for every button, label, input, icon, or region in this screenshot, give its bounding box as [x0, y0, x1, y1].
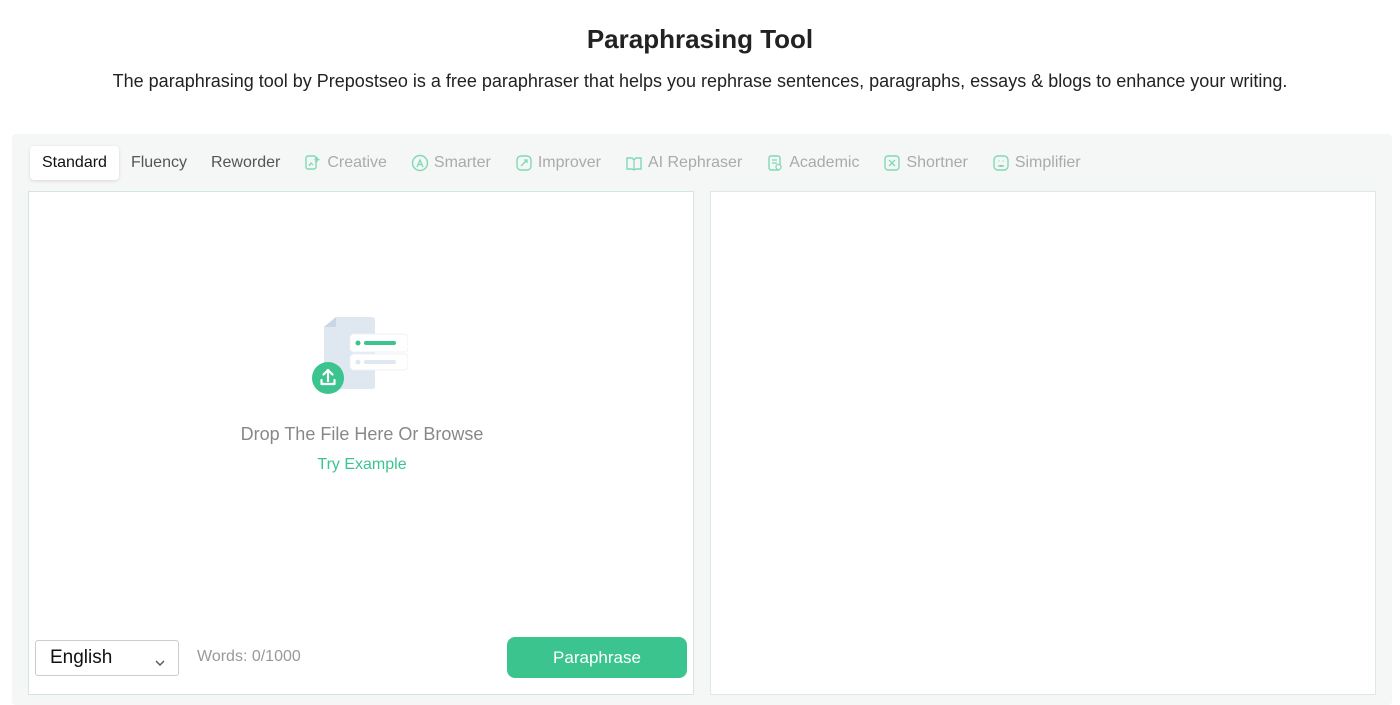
tab-label: AI Rephraser	[647, 154, 743, 171]
tab-label: Reworder	[210, 154, 281, 171]
tab-fluency[interactable]: Fluency	[119, 146, 199, 180]
tab-label: Simplifier	[1014, 154, 1081, 171]
chevron-down-icon	[154, 653, 166, 675]
tab-academic[interactable]: Academic	[754, 146, 871, 180]
tab-ai-rephraser[interactable]: AI Rephraser	[613, 146, 754, 180]
language-select[interactable]: English	[35, 640, 179, 676]
shortner-icon	[883, 154, 901, 172]
tab-smarter[interactable]: Smarter	[399, 146, 503, 180]
try-example-link[interactable]: Try Example	[29, 456, 695, 474]
tab-reworder[interactable]: Reworder	[199, 146, 292, 180]
tab-label: Shortner	[906, 154, 968, 171]
output-editor[interactable]	[710, 191, 1376, 695]
tab-label: Smarter	[433, 154, 491, 171]
tab-label: Standard	[42, 154, 107, 171]
language-value: English	[50, 647, 113, 668]
smarter-icon	[411, 154, 429, 172]
tab-label: Fluency	[130, 154, 187, 171]
tab-simplifier[interactable]: Simplifier	[980, 146, 1093, 180]
improver-icon	[515, 154, 533, 172]
mode-tabs: Standard Fluency Reworder Creative Smart…	[30, 146, 1093, 180]
file-upload-icon[interactable]	[308, 317, 409, 397]
tab-improver[interactable]: Improver	[503, 146, 613, 180]
page-subtitle: The paraphrasing tool by Prepostseo is a…	[112, 71, 1288, 91]
page-title: Paraphrasing Tool	[586, 24, 814, 54]
simplifier-icon	[992, 154, 1010, 172]
tab-standard[interactable]: Standard	[30, 146, 119, 180]
tab-creative[interactable]: Creative	[292, 146, 399, 180]
paraphrase-button[interactable]: Paraphrase	[507, 637, 687, 678]
ai-rephraser-icon	[625, 154, 643, 172]
word-count: Words: 0/1000	[197, 648, 301, 665]
drop-file-text[interactable]: Drop The File Here Or Browse	[29, 424, 695, 445]
tab-label: Academic	[789, 154, 860, 171]
tab-label: Improver	[537, 154, 601, 171]
tab-shortner[interactable]: Shortner	[871, 146, 979, 180]
tab-label: Creative	[327, 154, 387, 171]
creative-icon	[304, 154, 322, 172]
paraphraser-panel: Standard Fluency Reworder Creative Smart…	[12, 134, 1392, 705]
input-editor[interactable]: Drop The File Here Or Browse Try Example…	[28, 191, 694, 695]
academic-icon	[766, 154, 784, 172]
